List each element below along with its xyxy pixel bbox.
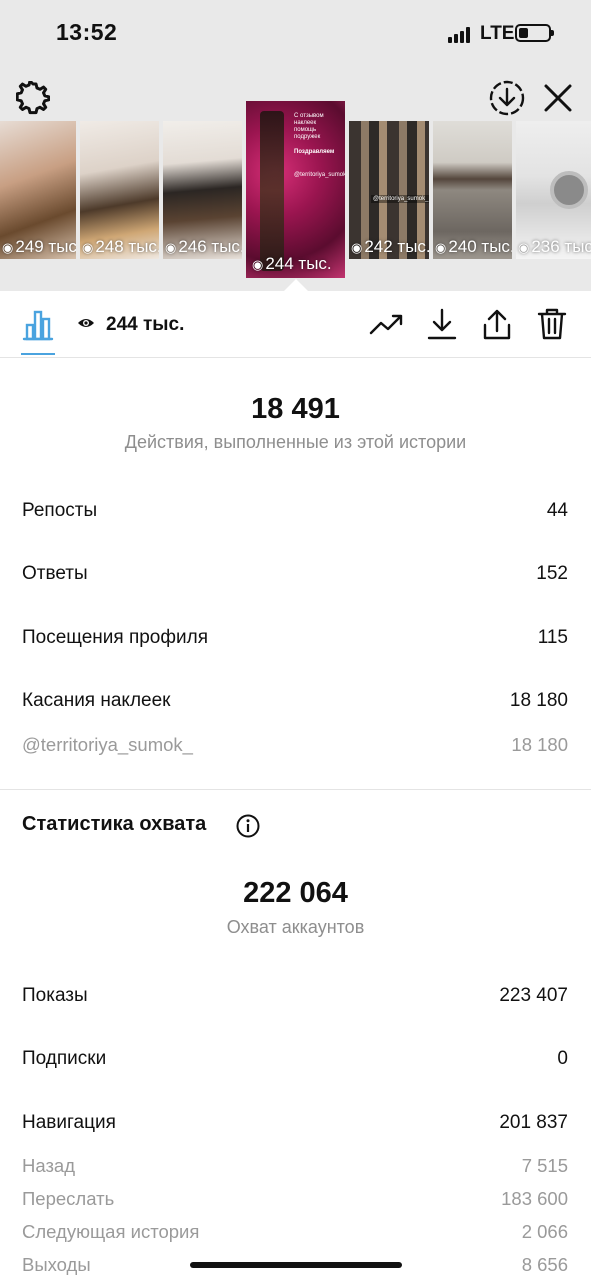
thumbnail-views: 244 тыс. xyxy=(265,254,332,273)
metric-label: Посещения профиля xyxy=(22,627,208,648)
save-story-icon[interactable] xyxy=(489,80,525,116)
reach-section-title: Статистика охвата xyxy=(22,813,207,835)
interactions-total: 18 491 xyxy=(251,393,340,425)
reach-caption-wrap: Охват аккаунтов xyxy=(0,917,591,938)
metric-row-replies: Ответы 152 xyxy=(22,563,568,593)
story-views-count: 244 тыс. xyxy=(106,314,185,335)
interactions-caption-wrap: Действия, выполненные из этой истории xyxy=(0,432,591,453)
thumbnail-views: 248 тыс. xyxy=(95,237,159,256)
story-thumbnail[interactable]: @territoriya_sumok_ ◉ 242 тыс. xyxy=(349,121,429,259)
story-thumbnail[interactable]: ◉ 246 тыс. xyxy=(163,121,242,259)
metric-label: Ответы xyxy=(22,563,88,584)
active-tab-underline xyxy=(21,353,55,355)
mention-sticker-value: 18 180 xyxy=(511,734,568,755)
home-indicator[interactable] xyxy=(190,1262,402,1268)
story-thumbnail[interactable]: ◉ 248 тыс. xyxy=(80,121,159,259)
interactions-summary: 18 491 xyxy=(0,393,591,426)
metric-value: 152 xyxy=(536,563,568,584)
download-icon[interactable] xyxy=(425,307,459,341)
nav-value: 183 600 xyxy=(501,1188,568,1209)
metric-value: 44 xyxy=(546,500,568,521)
metric-row-sticker-taps: Касания наклеек 18 180 xyxy=(22,690,568,720)
nav-label: Переслать xyxy=(22,1188,115,1209)
nav-label: Назад xyxy=(22,1155,76,1176)
metric-label: Подписки xyxy=(22,1048,107,1069)
close-icon[interactable] xyxy=(542,82,574,114)
story-thumbnail[interactable]: ◉ 240 тыс. xyxy=(433,121,512,259)
nav-row-back: Назад 7 515 xyxy=(22,1155,568,1185)
battery-icon xyxy=(515,24,554,42)
metric-row-follows: Подписки 0 xyxy=(22,1048,568,1078)
promote-trend-icon[interactable] xyxy=(369,307,403,341)
reach-total: 222 064 xyxy=(243,877,348,909)
story-thumbnail[interactable]: ◉ 249 тыс. xyxy=(0,121,76,259)
thumbnail-views: 236 тыс. xyxy=(531,237,591,256)
metric-row-reposts: Репосты 44 xyxy=(22,500,568,530)
section-divider xyxy=(0,789,591,790)
nav-row-forward: Переслать 183 600 xyxy=(22,1188,568,1218)
settings-gear-icon[interactable] xyxy=(16,81,50,115)
metric-value: 223 407 xyxy=(499,985,568,1006)
metric-value: 201 837 xyxy=(499,1112,568,1133)
mention-sticker-label: @territoriya_sumok_ xyxy=(22,734,193,755)
reach-summary: 222 064 xyxy=(0,877,591,910)
share-icon[interactable] xyxy=(480,307,514,341)
signal-icon xyxy=(448,27,472,43)
network-type: LTE xyxy=(480,23,515,44)
thumbnail-views: 240 тыс. xyxy=(448,237,512,256)
nav-label: Следующая история xyxy=(22,1221,200,1242)
nav-value: 8 656 xyxy=(521,1254,568,1275)
info-icon[interactable] xyxy=(236,814,260,838)
story-strip-area: 13:52 LTE ◉ 249 тыс. ◉ 248 тыс. ◉ 246 тыс. … xyxy=(0,0,591,291)
trash-icon[interactable] xyxy=(535,307,569,341)
metric-row-impressions: Показы 223 407 xyxy=(22,985,568,1015)
eye-icon xyxy=(78,319,94,327)
status-time: 13:52 xyxy=(56,19,118,45)
interactions-caption: Действия, выполненные из этой истории xyxy=(124,432,467,452)
insights-chart-icon[interactable] xyxy=(21,308,55,342)
metric-label: Касания наклеек xyxy=(22,690,171,711)
thumbnail-caption: @territoriya_sumok_ xyxy=(371,195,429,203)
thumbnail-views: 242 тыс. xyxy=(364,237,429,256)
nav-label: Выходы xyxy=(22,1254,91,1275)
metric-row-profile-visits: Посещения профиля 115 xyxy=(22,627,568,657)
metric-label: Репосты xyxy=(22,500,98,521)
metric-value: 0 xyxy=(557,1048,568,1069)
thumbnail-caption: С отзывом наклеек помощь подружек Поздра… xyxy=(294,113,345,178)
metric-label: Навигация xyxy=(22,1112,116,1133)
metric-row-navigation: Навигация 201 837 xyxy=(22,1112,568,1142)
nav-row-next-story: Следующая история 2 066 xyxy=(22,1221,568,1251)
metric-value: 115 xyxy=(537,627,568,648)
nav-value: 2 066 xyxy=(521,1221,568,1242)
thumbnail-views: 246 тыс. xyxy=(178,237,242,256)
metric-value: 18 180 xyxy=(509,690,568,711)
story-thumbnail[interactable]: ◉236 тыс. xyxy=(516,121,591,259)
metric-label: Показы xyxy=(22,985,88,1006)
story-action-bar: 244 тыс. xyxy=(0,291,591,358)
thumbnail-views: 249 тыс. xyxy=(15,237,76,256)
story-thumbnail-selected[interactable]: С отзывом наклеек помощь подружек Поздра… xyxy=(246,101,345,278)
status-bar: 13:52 LTE xyxy=(0,0,591,66)
nav-value: 7 515 xyxy=(521,1155,568,1176)
metric-row-mention-sticker[interactable]: @territoriya_sumok_ 18 180 xyxy=(22,734,568,764)
reach-caption: Охват аккаунтов xyxy=(226,917,365,937)
